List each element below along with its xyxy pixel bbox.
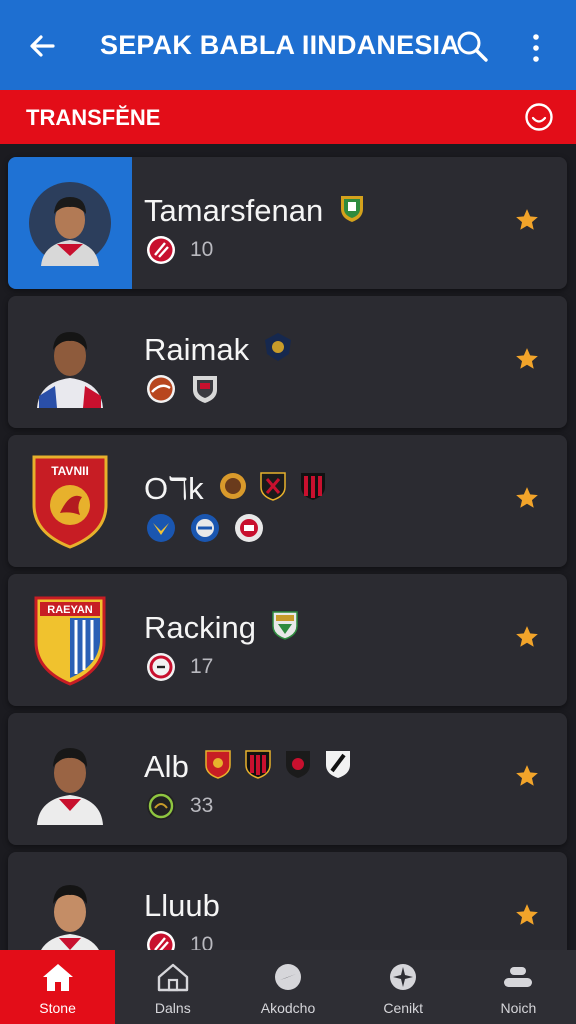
player-thumbnail bbox=[8, 713, 132, 845]
club-crest-icon bbox=[259, 472, 286, 501]
club-crest-icon bbox=[272, 611, 298, 640]
favorite-star-icon[interactable] bbox=[514, 485, 540, 511]
club-logo-icon bbox=[147, 236, 175, 264]
refresh-button[interactable] bbox=[522, 100, 556, 134]
player-avatar-icon bbox=[37, 748, 103, 825]
player-thumbnail bbox=[8, 157, 132, 289]
player-stats: 10 bbox=[146, 235, 213, 265]
nav-label: Cenikt bbox=[383, 1000, 424, 1016]
club-crest-icon bbox=[285, 751, 310, 778]
list-item[interactable]: RAEYAN Racking 17 bbox=[8, 574, 567, 706]
list-item[interactable]: Lluub 10 bbox=[8, 852, 567, 950]
club-name: Racking bbox=[144, 610, 256, 645]
player-name: Tamarsfenan bbox=[144, 193, 324, 228]
star-burst-icon bbox=[390, 964, 417, 990]
club-crest-thumbnail: TAVNII bbox=[8, 435, 132, 567]
club-badges bbox=[337, 193, 367, 223]
list-item[interactable]: TAVNII Oℸk bbox=[8, 435, 567, 567]
compass-icon bbox=[275, 964, 301, 990]
player-avatar-icon bbox=[37, 332, 103, 408]
nav-label: Dalns bbox=[154, 1000, 191, 1016]
club-crest-icon bbox=[341, 196, 364, 222]
player-avatar-icon bbox=[41, 885, 99, 950]
favorite-star-icon[interactable] bbox=[514, 207, 540, 233]
player-count: 10 bbox=[190, 933, 214, 950]
club-logo-icon bbox=[147, 653, 175, 681]
club-crest-icon bbox=[245, 750, 271, 779]
player-count: 10 bbox=[190, 238, 214, 261]
nav-item-stone[interactable]: Stone bbox=[0, 950, 116, 1024]
club-logo-icon bbox=[147, 931, 175, 950]
club-logo-icon bbox=[235, 514, 263, 542]
search-button[interactable] bbox=[452, 26, 492, 66]
nav-item-cenikt[interactable]: Cenikt bbox=[346, 950, 461, 1024]
player-count: 33 bbox=[190, 794, 214, 817]
favorite-star-icon[interactable] bbox=[514, 763, 540, 789]
nav-label: Akodcho bbox=[260, 1000, 316, 1016]
back-button[interactable] bbox=[22, 26, 62, 66]
list-item[interactable]: Tamarsfenan 10 bbox=[8, 157, 567, 289]
player-avatar-icon bbox=[29, 182, 111, 266]
profile-icon bbox=[504, 967, 533, 987]
list-item[interactable]: Raimak bbox=[8, 296, 567, 428]
nav-label: Stone bbox=[39, 1000, 76, 1016]
club-crest-icon bbox=[205, 750, 231, 779]
section-header: TRANSFĔNE bbox=[0, 90, 576, 144]
more-vertical-icon bbox=[533, 34, 539, 62]
club-logo-icon bbox=[147, 375, 175, 403]
club-logo-icon bbox=[191, 514, 219, 542]
transfer-list[interactable]: Tamarsfenan 10 Raimak TAVNII Oℸk RAEYAN … bbox=[0, 144, 576, 950]
player-name: Lluub bbox=[144, 888, 220, 923]
club-crest-icon bbox=[265, 333, 292, 361]
club-name: Oℸk bbox=[144, 471, 204, 506]
app-bar: SEPAK BABLA IINDANESIA bbox=[0, 0, 576, 90]
club-stats: 17 bbox=[146, 652, 213, 682]
list-item[interactable]: Alb 33 bbox=[8, 713, 567, 845]
crest-text: RAEYAN bbox=[47, 604, 92, 616]
player-thumbnail bbox=[8, 296, 132, 428]
favorite-star-icon[interactable] bbox=[514, 902, 540, 928]
player-name: Raimak bbox=[144, 332, 250, 367]
club-crest-icon bbox=[219, 473, 246, 499]
home-icon bbox=[42, 964, 73, 991]
player-name: Alb bbox=[144, 749, 189, 784]
player-stats: 33 bbox=[146, 791, 213, 821]
club-crest-icon bbox=[300, 473, 325, 500]
club-count: 17 bbox=[190, 655, 214, 678]
nav-label: Noich bbox=[500, 1000, 537, 1016]
club-badges-secondary bbox=[146, 513, 264, 543]
club-badges bbox=[263, 332, 293, 362]
bottom-navigation: Stone Dalns Akodcho Cenikt Noich bbox=[0, 950, 576, 1024]
player-stats bbox=[146, 374, 220, 404]
club-badges bbox=[218, 471, 328, 501]
club-crest-icon: RAEYAN bbox=[34, 596, 106, 686]
section-title: TRANSFĔNE bbox=[26, 105, 161, 130]
club-shield-icon bbox=[193, 376, 217, 403]
nav-item-dalns[interactable]: Dalns bbox=[115, 950, 230, 1024]
player-stats: 10 bbox=[146, 930, 213, 950]
club-crest-thumbnail: RAEYAN bbox=[8, 574, 132, 706]
club-badges bbox=[270, 610, 300, 640]
player-thumbnail bbox=[8, 852, 132, 950]
more-menu-button[interactable] bbox=[518, 26, 554, 70]
club-crest-icon bbox=[325, 751, 350, 778]
house-outline-icon bbox=[157, 963, 188, 992]
favorite-star-icon[interactable] bbox=[514, 346, 540, 372]
club-badges bbox=[203, 749, 353, 779]
nav-item-akodcho[interactable]: Akodcho bbox=[230, 950, 345, 1024]
club-logo-icon bbox=[147, 792, 175, 820]
arrow-left-icon bbox=[30, 35, 55, 57]
nav-item-noich[interactable]: Noich bbox=[461, 950, 576, 1024]
favorite-star-icon[interactable] bbox=[514, 624, 540, 650]
club-crest-icon: TAVNII bbox=[32, 455, 108, 549]
search-icon bbox=[457, 31, 488, 62]
club-logo-icon bbox=[147, 514, 175, 542]
refresh-circle-icon bbox=[525, 103, 553, 131]
crest-text: TAVNII bbox=[51, 464, 89, 478]
app-title: SEPAK BABLA IINDANESIA bbox=[100, 30, 460, 60]
